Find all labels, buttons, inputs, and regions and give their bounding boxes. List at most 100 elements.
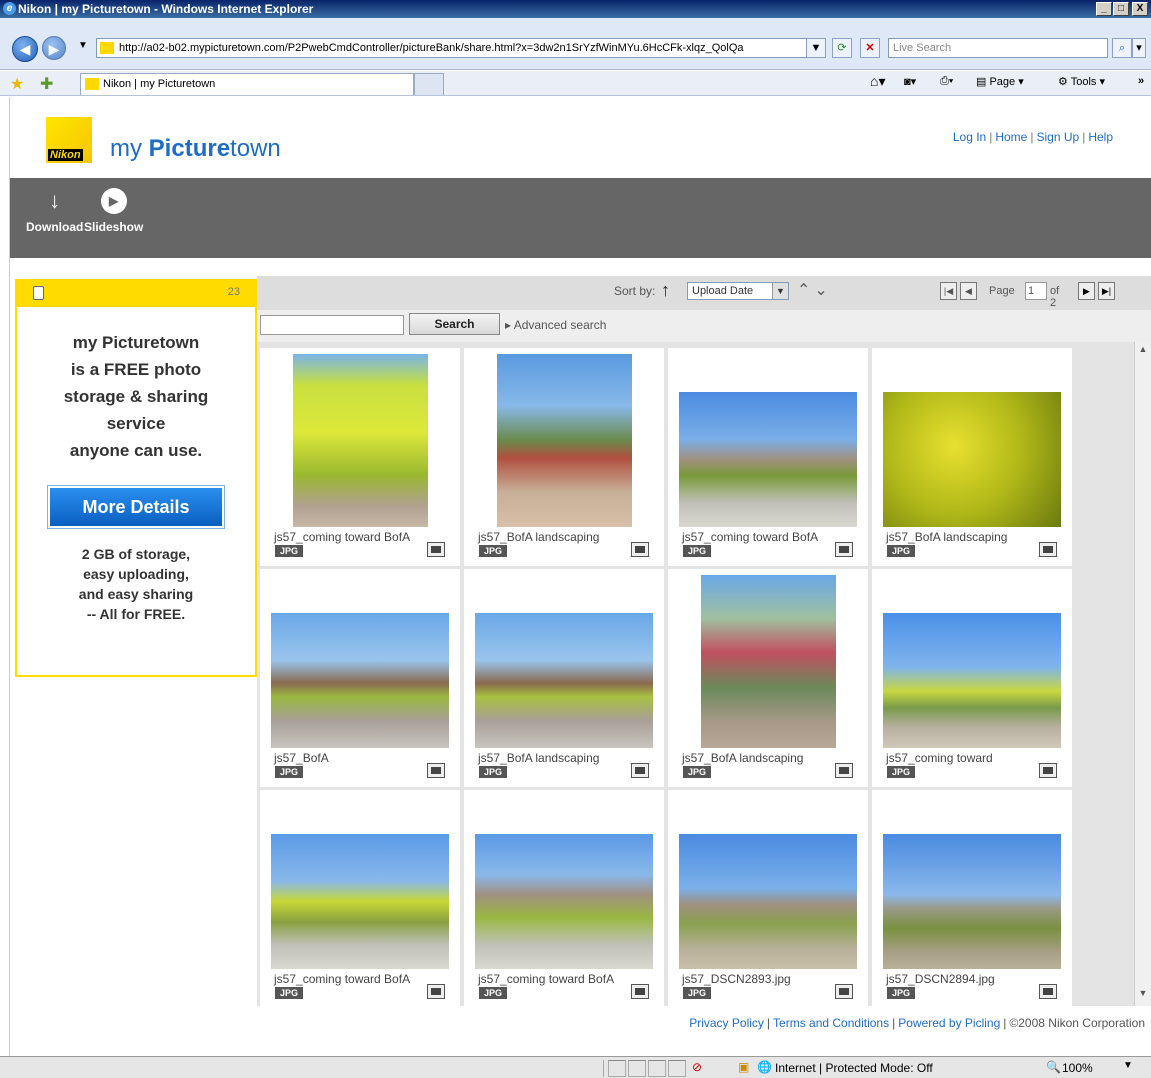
photo-detail-icon[interactable]	[631, 984, 649, 999]
photo-thumbnail[interactable]	[883, 613, 1061, 748]
signup-link[interactable]: Sign Up	[1036, 130, 1079, 144]
brand-prefix: my	[110, 135, 149, 162]
print-icon[interactable]: ⎙▾	[940, 75, 953, 88]
vertical-scrollbar[interactable]: ▲ ▼	[1134, 342, 1151, 1006]
home-link[interactable]: Home	[995, 130, 1027, 144]
photo-thumbnail[interactable]	[883, 834, 1061, 969]
url-field[interactable]: http://a02-b02.mypicturetown.com/P2PwebC…	[96, 38, 826, 58]
photo-tile[interactable]: js57_coming toward JPG	[872, 569, 1072, 787]
photo-detail-icon[interactable]	[631, 542, 649, 557]
photo-tile[interactable]: js57_BofA landscaping JPG	[464, 348, 664, 566]
photo-tile[interactable]: js57_BofA JPG	[260, 569, 460, 787]
slideshow-button[interactable]: ▶ Slideshow	[84, 188, 143, 234]
photo-detail-icon[interactable]	[631, 763, 649, 778]
select-all-checkbox[interactable]	[33, 286, 44, 300]
brand-suffix: town	[230, 135, 281, 162]
info-text: 2 GB of storage, easy uploading, and eas…	[17, 544, 255, 624]
photo-tile[interactable]: js57_DSCN2894.jpg JPG	[872, 790, 1072, 1008]
photo-detail-icon[interactable]	[427, 542, 445, 557]
live-search-input[interactable]: Live Search	[888, 38, 1108, 58]
favorites-star-icon[interactable]: ★	[10, 74, 24, 94]
privacy-icon[interactable]: ⊘	[692, 1060, 702, 1074]
security-zone-text[interactable]: Internet | Protected Mode: Off	[775, 1061, 933, 1075]
photo-tile[interactable]: js57_coming toward BofA JPG	[260, 348, 460, 566]
photo-thumbnail[interactable]	[497, 354, 632, 527]
jpg-badge: JPG	[479, 545, 508, 557]
search-input[interactable]	[260, 315, 404, 335]
photo-tile[interactable]: js57_BofA landscaping JPG	[464, 569, 664, 787]
photo-detail-icon[interactable]	[427, 984, 445, 999]
play-icon: ▶	[100, 188, 127, 214]
refresh-icon[interactable]: ⟳	[832, 38, 852, 58]
scroll-down-icon[interactable]: ▼	[1135, 988, 1151, 1004]
photo-detail-icon[interactable]	[1039, 542, 1057, 557]
zoom-level[interactable]: 100%	[1062, 1061, 1093, 1075]
home-icon[interactable]: ⌂▾	[870, 73, 885, 90]
photo-detail-icon[interactable]	[427, 763, 445, 778]
site-brand[interactable]: my Picturetown	[110, 135, 281, 163]
photo-tile[interactable]: js57_coming toward BofA JPG	[464, 790, 664, 1008]
photo-thumbnail[interactable]	[293, 354, 428, 527]
zoom-dropdown-icon[interactable]: ▼	[1123, 1060, 1133, 1071]
back-button[interactable]: ◀	[12, 36, 38, 62]
add-favorite-icon[interactable]: ✚	[40, 74, 53, 94]
photo-thumbnail[interactable]	[475, 834, 653, 969]
page-menu[interactable]: ▤ Page ▾	[976, 75, 1024, 88]
search-options-icon[interactable]: ▾	[1132, 38, 1146, 58]
close-window-button[interactable]: X	[1132, 2, 1148, 16]
first-page-icon[interactable]: |◀	[940, 282, 957, 300]
sort-order-icons[interactable]: ⌃⌄	[797, 280, 832, 300]
prev-page-icon[interactable]: ◀	[960, 282, 977, 300]
privacy-policy-link[interactable]: Privacy Policy	[689, 1016, 764, 1030]
page-total: of 2	[1050, 285, 1060, 309]
sort-ascending-icon[interactable]: ↑	[661, 280, 670, 301]
nikon-logo[interactable]: Nikon	[46, 117, 92, 163]
photo-tile[interactable]: js57_BofA landscaping JPG	[668, 569, 868, 787]
photo-thumbnail[interactable]	[701, 575, 836, 748]
download-button[interactable]: ↓ Download	[26, 188, 83, 234]
stop-icon[interactable]: ✕	[860, 38, 880, 58]
powered-by-link[interactable]: Powered by Picling	[898, 1016, 1000, 1030]
terms-link[interactable]: Terms and Conditions	[773, 1016, 889, 1030]
next-page-icon[interactable]: ▶	[1078, 282, 1095, 300]
search-button[interactable]: Search	[409, 313, 500, 335]
minimize-button[interactable]: _	[1096, 2, 1112, 16]
browser-tab[interactable]: Nikon | my Picturetown	[80, 73, 414, 95]
photo-thumbnail[interactable]	[679, 834, 857, 969]
sort-select[interactable]: Upload Date ▼	[687, 282, 789, 300]
maximize-button[interactable]: □	[1113, 2, 1129, 16]
photo-tile[interactable]: js57_BofA landscaping JPG	[872, 348, 1072, 566]
advanced-search-link[interactable]: ▸ Advanced search	[505, 318, 606, 332]
tools-menu[interactable]: ⚙ Tools ▾	[1058, 75, 1105, 88]
photo-detail-icon[interactable]	[1039, 984, 1057, 999]
forward-button[interactable]: ▶	[42, 36, 66, 60]
status-text-area	[4, 1060, 604, 1077]
photo-tile[interactable]: js57_coming toward BofA JPG	[668, 348, 868, 566]
history-dropdown-icon[interactable]: ▼	[78, 40, 88, 51]
photo-thumbnail[interactable]	[883, 392, 1061, 527]
url-dropdown-icon[interactable]: ▼	[806, 38, 826, 58]
status-bar: ⊘ ▣ 🌐 Internet | Protected Mode: Off 🔍 1…	[0, 1056, 1151, 1078]
scroll-up-icon[interactable]: ▲	[1135, 344, 1151, 360]
photo-thumbnail[interactable]	[475, 613, 653, 748]
feeds-icon[interactable]: ◙▾	[904, 75, 916, 88]
protected-mode-icon[interactable]: ▣	[738, 1060, 749, 1074]
last-page-icon[interactable]: ▶|	[1098, 282, 1115, 300]
search-icon[interactable]: ⌕	[1112, 38, 1132, 58]
more-chevron-icon[interactable]: »	[1138, 75, 1144, 87]
photo-thumbnail[interactable]	[271, 834, 449, 969]
photo-thumbnail[interactable]	[679, 392, 857, 527]
tab-favicon-icon	[85, 78, 99, 90]
photo-tile[interactable]: js57_DSCN2893.jpg JPG	[668, 790, 868, 1008]
photo-detail-icon[interactable]	[835, 542, 853, 557]
page-number-input[interactable]: 1	[1025, 282, 1047, 300]
new-tab-button[interactable]	[414, 73, 444, 95]
photo-detail-icon[interactable]	[835, 763, 853, 778]
more-details-button[interactable]: More Details	[47, 485, 225, 529]
photo-detail-icon[interactable]	[835, 984, 853, 999]
login-link[interactable]: Log In	[953, 130, 986, 144]
help-link[interactable]: Help	[1088, 130, 1113, 144]
photo-detail-icon[interactable]	[1039, 763, 1057, 778]
photo-tile[interactable]: js57_coming toward BofA JPG	[260, 790, 460, 1008]
photo-thumbnail[interactable]	[271, 613, 449, 748]
